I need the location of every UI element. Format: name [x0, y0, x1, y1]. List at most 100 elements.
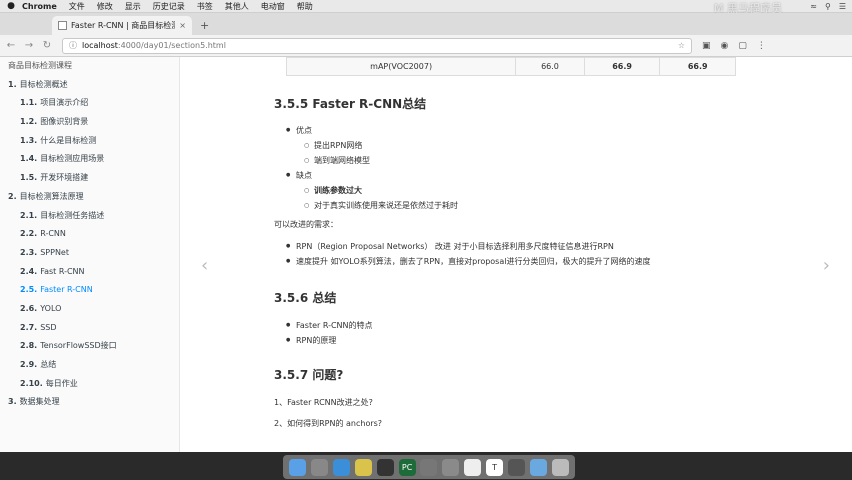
sidebar-item-label: 每日作业 — [45, 378, 78, 388]
extension-icon[interactable]: ▢ — [738, 41, 747, 51]
menu-window[interactable]: 电动窗 — [261, 1, 285, 12]
bookmark-star-icon[interactable]: ☆ — [678, 41, 685, 50]
sidebar-item-number: 2.2. — [20, 229, 38, 239]
sidebar-item[interactable]: 1.2. 图像识别背景 — [0, 113, 179, 132]
browser-toolbar: ← → ↻ ⓘ localhost :4000/day01/section5.h… — [0, 35, 852, 57]
sidebar-book-title[interactable]: 商品目标检测课程 — [0, 57, 179, 76]
tab-close-icon[interactable]: × — [179, 21, 186, 30]
sidebar-item-number: 2. — [8, 191, 17, 201]
sidebar-item-number: 2.4. — [20, 266, 38, 276]
safari-icon[interactable] — [333, 458, 351, 476]
notification-icon[interactable]: ☰ — [839, 2, 846, 11]
sidebar-item[interactable]: 2.4. Fast R-CNN — [0, 263, 179, 282]
sidebar-item[interactable]: 1.3. 什么是目标检测 — [0, 132, 179, 151]
apple-icon[interactable]: ● — [0, 1, 22, 11]
browser-tab[interactable]: Faster R-CNN | 商品目标检测 × — [52, 16, 192, 35]
sidebar-item[interactable]: 1.4. 目标检测应用场景 — [0, 150, 179, 169]
preview-icon[interactable] — [420, 458, 438, 476]
sub-list: 提出RPN网络 端到端网络模型 — [304, 138, 458, 168]
extension-icon[interactable]: ◉ — [721, 41, 729, 51]
sidebar-item[interactable]: 2. 目标检测算法原理 — [0, 188, 179, 207]
site-info-icon[interactable]: ⓘ — [69, 40, 77, 51]
list-item: RPN的原理 — [286, 333, 373, 348]
list-item: 训练参数过大 — [304, 183, 458, 198]
list-item-text: 缺点 — [296, 171, 312, 180]
menu-people[interactable]: 其他人 — [225, 1, 249, 12]
system-preferences-icon[interactable] — [442, 458, 460, 476]
url-path: :4000/day01/section5.html — [117, 41, 226, 50]
sidebar-item[interactable]: 2.9. 总结 — [0, 356, 179, 375]
sidebar-item-label: 数据集处理 — [19, 397, 60, 407]
bold-text: 训练参数过大 — [314, 186, 362, 195]
downloads-icon[interactable] — [529, 458, 547, 476]
menu-bookmarks[interactable]: 书签 — [197, 1, 213, 12]
menu-help[interactable]: 帮助 — [297, 1, 313, 12]
prev-page-icon[interactable]: ‹ — [201, 255, 208, 276]
sidebar-item-label: 目标检测算法原理 — [19, 191, 84, 201]
launchpad-icon[interactable] — [311, 458, 329, 476]
sidebar-item-number: 2.6. — [20, 303, 38, 313]
list-item: 缺点 训练参数过大 对于真实训练使用来说还是依然过于耗时 — [286, 168, 458, 213]
sidebar-item[interactable]: 2.8. TensorFlowSSD接口 — [0, 337, 179, 356]
quicktime-icon[interactable] — [507, 458, 525, 476]
new-tab-button[interactable]: + — [200, 19, 209, 32]
sidebar-item-number: 2.1. — [20, 210, 38, 220]
sidebar-item[interactable]: 3. 数据集处理 — [0, 393, 179, 412]
menubar: ● Chrome 文件 修改 显示 历史记录 书签 其他人 电动窗 帮助 M 黑… — [0, 0, 852, 15]
sidebar-item[interactable]: 2.2. R-CNN — [0, 225, 179, 244]
sidebar-item[interactable]: 2.1. 目标检测任务描述 — [0, 207, 179, 226]
question: 2、如何得到RPN的 anchors? — [274, 419, 383, 428]
sidebar-item-label: 目标检测概述 — [19, 79, 68, 89]
list-item: 速度提升 如YOLO系列算法，删去了RPN，直接对proposal进行分类回归，… — [286, 254, 650, 269]
finder-icon[interactable] — [289, 458, 307, 476]
summary-list: Faster R-CNN的特点 RPN的原理 — [286, 318, 373, 348]
textedit-icon[interactable] — [464, 458, 482, 476]
menu-chrome[interactable]: Chrome — [22, 2, 57, 11]
menu-file[interactable]: 文件 — [69, 1, 85, 12]
sidebar-item[interactable]: 2.7. SSD — [0, 319, 179, 338]
sidebar-item[interactable]: 2.3. SPPNet — [0, 244, 179, 263]
pycharm-icon[interactable]: PC — [398, 458, 416, 476]
menu-history[interactable]: 历史记录 — [153, 1, 185, 12]
question: 1、Faster RCNN改进之处? — [274, 398, 373, 407]
table-row: mAP(VOC2007) 66.0 66.9 66.9 — [285, 57, 736, 76]
sidebar-item[interactable]: 2.5. Faster R-CNN — [0, 281, 179, 300]
sidebar-item-number: 2.7. — [20, 322, 38, 332]
extension-icon[interactable]: ▣ — [702, 41, 711, 51]
sidebar-item[interactable]: 1.5. 开发环境搭建 — [0, 169, 179, 188]
table-cell: 66.9 — [583, 57, 661, 76]
sidebar-item[interactable]: 1.1. 项目演示介绍 — [0, 94, 179, 113]
menu-edit[interactable]: 修改 — [97, 1, 113, 12]
sidebar-item-label: SPPNet — [40, 247, 69, 257]
menu-view[interactable]: 显示 — [125, 1, 141, 12]
improve-list: RPN（Region Proposal Networks） 改进 对于小目标选择… — [286, 239, 650, 269]
terminal-icon[interactable] — [376, 458, 394, 476]
reload-icon[interactable]: ↻ — [40, 40, 54, 51]
list-item: 对于真实训练使用来说还是依然过于耗时 — [304, 198, 458, 213]
list-item-text: 优点 — [296, 126, 312, 135]
forward-icon[interactable]: → — [22, 40, 36, 51]
search-icon[interactable]: ⚲ — [825, 2, 831, 11]
next-page-icon[interactable]: › — [823, 255, 830, 276]
trash-icon[interactable] — [551, 458, 569, 476]
sub-list: 训练参数过大 对于真实训练使用来说还是依然过于耗时 — [304, 183, 458, 213]
sidebar-item-number: 1.2. — [20, 117, 38, 127]
sidebar-item[interactable]: 1. 目标检测概述 — [0, 76, 179, 95]
chrome-icon[interactable] — [354, 458, 372, 476]
back-icon[interactable]: ← — [4, 40, 18, 51]
sidebar-item-label: 目标检测任务描述 — [40, 210, 105, 220]
table-cell: 66.0 — [515, 57, 585, 76]
address-bar[interactable]: ⓘ localhost :4000/day01/section5.html ☆ — [62, 37, 692, 54]
sidebar-item[interactable]: 2.10. 每日作业 — [0, 375, 179, 394]
list-item: 优点 提出RPN网络 端到端网络模型 — [286, 123, 458, 168]
typora-icon[interactable]: T — [486, 458, 504, 476]
wifi-icon[interactable]: ≈ — [810, 2, 817, 11]
sidebar-item-number: 2.5. — [20, 285, 38, 295]
sidebar-item-label: Fast R-CNN — [40, 266, 85, 276]
table-cell: 66.9 — [659, 57, 736, 76]
list-item: Faster R-CNN的特点 — [286, 318, 373, 333]
sidebar-item-number: 1.1. — [20, 98, 38, 108]
sidebar-item[interactable]: 2.6. YOLO — [0, 300, 179, 319]
sidebar-item-number: 1. — [8, 79, 17, 89]
menu-icon[interactable]: ⋮ — [757, 41, 766, 51]
